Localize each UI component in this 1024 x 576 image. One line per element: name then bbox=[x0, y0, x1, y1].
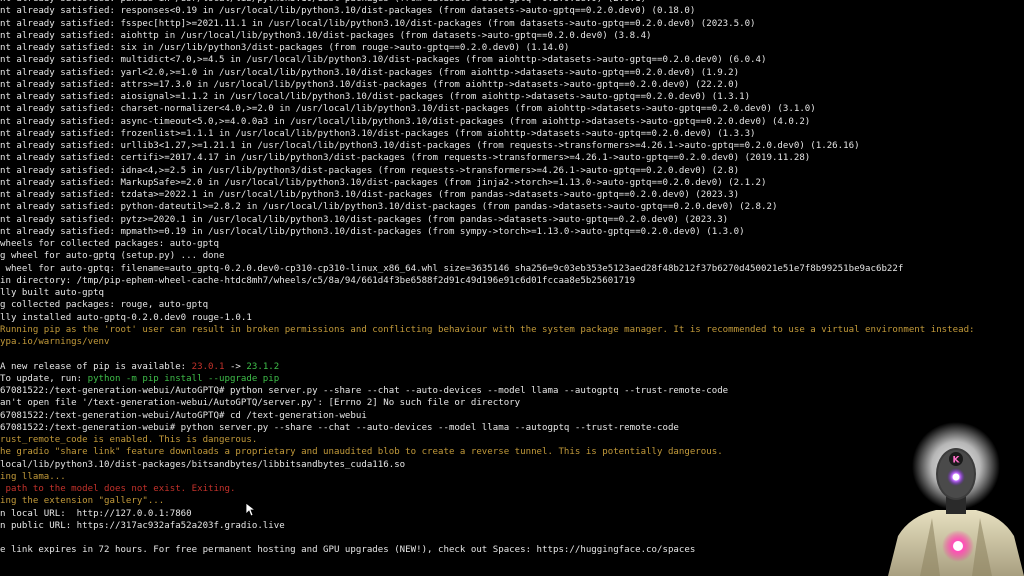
terminal-text-segment: nt already satisfied: multidict<7.0,>=4.… bbox=[0, 55, 767, 66]
terminal-line: lly built auto-gptq bbox=[0, 287, 104, 299]
terminal-text-segment: nt already satisfied: urllib3<1.27,>=1.2… bbox=[0, 141, 860, 151]
terminal-line: 67081522:/text-generation-webui# python … bbox=[0, 422, 679, 434]
terminal-line: nt already satisfied: mpmath>=0.19 in /u… bbox=[0, 226, 745, 238]
terminal-line: nt already satisfied: attrs>=17.3.0 in /… bbox=[0, 79, 739, 91]
terminal-text-segment: g collected packages: rouge, auto-gptq bbox=[0, 300, 209, 311]
terminal-text-segment: nt already satisfied: frozenlist>=1.1.1 … bbox=[0, 128, 756, 139]
terminal-line: ing llama... bbox=[0, 471, 66, 483]
terminal-text-segment: nt already satisfied: python-dateutil>=2… bbox=[0, 202, 778, 213]
terminal-text-segment: Running pip as the 'root' user can resul… bbox=[0, 324, 975, 335]
terminal-text-segment: nt already satisfied: MarkupSafe>=2.0 in… bbox=[0, 177, 767, 188]
terminal-line: nt already satisfied: aiosignal>=1.1.2 i… bbox=[0, 91, 750, 103]
terminal-line: 67081522:/text-generation-webui/AutoGPTQ… bbox=[0, 410, 367, 422]
terminal-text-segment: A new release of pip is available: bbox=[0, 361, 192, 372]
terminal-line: in directory: /tmp/pip-ephem-wheel-cache… bbox=[0, 275, 635, 287]
terminal-text-segment: nt already satisfied: six in /usr/lib/py… bbox=[0, 43, 570, 53]
terminal-line: A new release of pip is available: 23.0.… bbox=[0, 361, 279, 373]
terminal-text-segment: n local URL: http://127.0.0.1:7860 bbox=[0, 508, 192, 519]
terminal-line: nt already satisfied: certifi>=2017.4.17… bbox=[0, 152, 810, 164]
terminal-line: nt already satisfied: fsspec[http]>=2021… bbox=[0, 18, 756, 30]
terminal-text-segment: he gradio "share link" feature downloads… bbox=[0, 447, 723, 458]
terminal-line: nt already satisfied: six in /usr/lib/py… bbox=[0, 42, 569, 54]
terminal-text-segment: lly built auto-gptq bbox=[0, 288, 105, 298]
terminal-text-segment: 67081522:/text-generation-webui/AutoGPTQ… bbox=[0, 410, 367, 421]
terminal-text-segment: 67081522:/text-generation-webui# python … bbox=[0, 422, 679, 433]
terminal-text-segment: To update, run: bbox=[0, 373, 88, 384]
terminal-text-segment: -> bbox=[224, 361, 247, 372]
terminal-text-segment: wheels for collected packages: auto-gptq bbox=[0, 239, 219, 249]
terminal-output[interactable]: nt already satisfied: pandas in /usr/loc… bbox=[0, 0, 1024, 576]
terminal-text-segment: nt already satisfied: pandas in /usr/loc… bbox=[0, 0, 646, 4]
terminal-text-segment: nt already satisfied: tzdata>=2022.1 in … bbox=[0, 190, 740, 200]
terminal-line: nt already satisfied: urllib3<1.27,>=1.2… bbox=[0, 140, 860, 152]
terminal-text-segment: an't open file '/text-generation-webui/A… bbox=[0, 398, 521, 409]
terminal-text-segment: nt already satisfied: async-timeout<5.0,… bbox=[0, 116, 811, 127]
terminal-line: nt already satisfied: python-dateutil>=2… bbox=[0, 201, 777, 213]
terminal-line: wheels for collected packages: auto-gptq bbox=[0, 238, 219, 250]
terminal-line: nt already satisfied: yarl<2.0,>=1.0 in … bbox=[0, 67, 739, 79]
terminal-text-segment: 67081522:/text-generation-webui/AutoGPTQ… bbox=[0, 386, 729, 396]
terminal-text-segment: path to the model does not exist. Exitin… bbox=[0, 484, 236, 494]
terminal-line: To update, run: python -m pip install --… bbox=[0, 373, 279, 385]
terminal-text-segment: nt already satisfied: fsspec[http]>=2021… bbox=[0, 18, 756, 29]
terminal-line: nt already satisfied: MarkupSafe>=2.0 in… bbox=[0, 177, 767, 189]
terminal-text-segment: ing llama... bbox=[0, 471, 66, 482]
terminal-line: lly installed auto-gptq-0.2.0.dev0 rouge… bbox=[0, 312, 252, 324]
terminal-line: g collected packages: rouge, auto-gptq bbox=[0, 299, 208, 311]
terminal-text-segment: nt already satisfied: responses<0.19 in … bbox=[0, 6, 696, 17]
terminal-text-segment: n public URL: https://317ac932afa52a203f… bbox=[0, 520, 285, 531]
terminal-line: 67081522:/text-generation-webui/AutoGPTQ… bbox=[0, 385, 728, 397]
terminal-text-segment: nt already satisfied: aiohttp in /usr/lo… bbox=[0, 30, 652, 41]
terminal-line: n public URL: https://317ac932afa52a203f… bbox=[0, 520, 285, 532]
terminal-text-segment: 23.0.1 bbox=[191, 361, 225, 372]
terminal-text-segment: in directory: /tmp/pip-ephem-wheel-cache… bbox=[0, 275, 636, 286]
terminal-line: nt already satisfied: tzdata>=2022.1 in … bbox=[0, 189, 739, 201]
presenter-avatar: K bbox=[888, 422, 1024, 576]
terminal-text-segment: nt already satisfied: yarl<2.0,>=1.0 in … bbox=[0, 67, 740, 78]
terminal-text-segment: nt already satisfied: charset-normalizer… bbox=[0, 104, 816, 115]
terminal-line: nt already satisfied: idna<4,>=2.5 in /u… bbox=[0, 165, 739, 177]
terminal-text-segment: nt already satisfied: certifi>=2017.4.17… bbox=[0, 153, 811, 164]
terminal-text-segment: nt already satisfied: aiosignal>=1.1.2 i… bbox=[0, 92, 751, 102]
terminal-text-segment: ing the extension "gallery"... bbox=[0, 496, 165, 507]
terminal-text-segment: rust_remote_code is enabled. This is dan… bbox=[0, 435, 258, 445]
terminal-text-segment: g wheel for auto-gptq (setup.py) ... don… bbox=[0, 251, 225, 262]
terminal-line: e link expires in 72 hours. For free per… bbox=[0, 544, 695, 556]
terminal-text-segment: local/lib/python3.10/dist-packages/bitsa… bbox=[0, 459, 406, 470]
terminal-line: ing the extension "gallery"... bbox=[0, 495, 164, 507]
terminal-line: he gradio "share link" feature downloads… bbox=[0, 446, 723, 458]
terminal-line: wheel for auto-gptq: filename=auto_gptq-… bbox=[0, 263, 903, 275]
terminal-line: nt already satisfied: aiohttp in /usr/lo… bbox=[0, 30, 652, 42]
mouse-cursor-icon bbox=[245, 502, 257, 517]
terminal-text-segment: e link expires in 72 hours. For free per… bbox=[0, 545, 696, 556]
terminal-text-segment: nt already satisfied: mpmath>=0.19 in /u… bbox=[0, 226, 745, 237]
terminal-line: nt already satisfied: pandas in /usr/loc… bbox=[0, 0, 646, 5]
terminal-line: ypa.io/warnings/venv bbox=[0, 336, 110, 348]
terminal-text-segment: nt already satisfied: pytz>=2020.1 in /u… bbox=[0, 214, 729, 225]
terminal-line: nt already satisfied: multidict<7.0,>=4.… bbox=[0, 54, 767, 66]
terminal-line: Running pip as the 'root' user can resul… bbox=[0, 324, 975, 336]
terminal-text-segment: python -m pip install --upgrade pip bbox=[87, 373, 280, 384]
terminal-line: local/lib/python3.10/dist-packages/bitsa… bbox=[0, 459, 405, 471]
terminal-line: nt already satisfied: frozenlist>=1.1.1 … bbox=[0, 128, 756, 140]
terminal-text-segment: nt already satisfied: attrs>=17.3.0 in /… bbox=[0, 79, 740, 90]
terminal-text-segment: wheel for auto-gptq: filename=auto_gptq-… bbox=[0, 263, 904, 274]
terminal-line: an't open file '/text-generation-webui/A… bbox=[0, 397, 520, 409]
terminal-line: nt already satisfied: charset-normalizer… bbox=[0, 103, 816, 115]
terminal-line: nt already satisfied: async-timeout<5.0,… bbox=[0, 116, 810, 128]
terminal-text-segment: ypa.io/warnings/venv bbox=[0, 337, 110, 347]
terminal-line: path to the model does not exist. Exitin… bbox=[0, 483, 235, 495]
terminal-text-segment: lly installed auto-gptq-0.2.0.dev0 rouge… bbox=[0, 312, 252, 323]
terminal-line: nt already satisfied: pytz>=2020.1 in /u… bbox=[0, 214, 728, 226]
k-badge: K bbox=[953, 456, 961, 466]
terminal-text-segment: nt already satisfied: idna<4,>=2.5 in /u… bbox=[0, 165, 740, 176]
terminal-line: n local URL: http://127.0.0.1:7860 bbox=[0, 508, 192, 520]
terminal-line: nt already satisfied: responses<0.19 in … bbox=[0, 5, 695, 17]
terminal-line: g wheel for auto-gptq (setup.py) ... don… bbox=[0, 250, 224, 262]
terminal-line: rust_remote_code is enabled. This is dan… bbox=[0, 434, 257, 446]
terminal-text-segment: 23.1.2 bbox=[246, 361, 280, 372]
